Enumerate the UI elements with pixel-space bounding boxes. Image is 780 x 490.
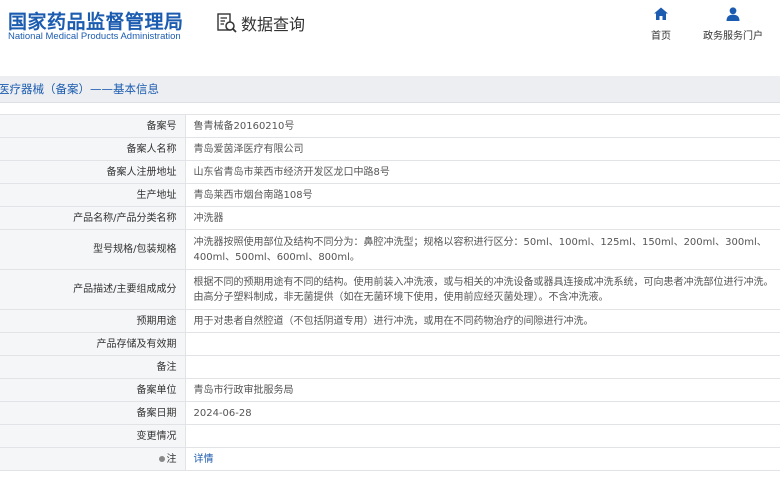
field-label: 备案单位 bbox=[0, 378, 186, 402]
data-query-label: 数据查询 bbox=[241, 15, 306, 34]
table-row: 预期用途 用于对患者自然腔道（不包括阴道专用）进行冲洗，或用在不同药物治疗的间隙… bbox=[0, 309, 780, 333]
field-label: 备案日期 bbox=[0, 401, 186, 425]
document-search-icon bbox=[217, 13, 237, 33]
field-label: 产品存储及有效期 bbox=[0, 332, 186, 356]
detail-link[interactable]: 详情 bbox=[194, 454, 214, 465]
field-value bbox=[185, 424, 780, 448]
field-label: 备案人名称 bbox=[0, 137, 186, 161]
note-label: 注 bbox=[166, 453, 177, 465]
field-value bbox=[185, 332, 780, 356]
table-row: 变更情况 bbox=[0, 424, 780, 448]
table-row: 备案号 鲁青械备20160210号 bbox=[0, 114, 780, 138]
field-label: 预期用途 bbox=[0, 309, 186, 333]
field-label: 备案号 bbox=[0, 114, 186, 138]
field-label: 备案人注册地址 bbox=[0, 160, 186, 184]
field-label: 变更情况 bbox=[0, 424, 186, 448]
breadcrumb-bar: 医疗器械（备案）——基本信息 bbox=[0, 76, 780, 103]
field-value: 鲁青械备20160210号 bbox=[185, 114, 780, 138]
table-row: 注 详情 bbox=[0, 447, 780, 471]
field-value: 冲洗器按照使用部位及结构不同分为：鼻腔冲洗型；规格以容积进行区分：50ml、10… bbox=[185, 229, 780, 270]
table-row: 备案人注册地址 山东省青岛市莱西市经济开发区龙口中路8号 bbox=[0, 160, 780, 184]
home-icon bbox=[654, 7, 668, 20]
nav-home[interactable]: 首页 bbox=[651, 6, 671, 42]
table-row: 产品存储及有效期 bbox=[0, 332, 780, 356]
field-value: 2024-06-28 bbox=[185, 401, 780, 425]
field-label: 备注 bbox=[0, 355, 186, 379]
field-value: 青岛莱西市烟台南路108号 bbox=[185, 183, 780, 207]
pin-icon bbox=[158, 455, 165, 462]
field-value: 山东省青岛市莱西市经济开发区龙口中路8号 bbox=[185, 160, 780, 184]
table-row: 备案日期 2024-06-28 bbox=[0, 401, 780, 425]
site-logo-subtitle: National Medical Products Administration bbox=[8, 31, 181, 42]
data-query-title: 数据查询 bbox=[216, 11, 305, 35]
nav-service-portal[interactable]: 政务服务门户 bbox=[703, 6, 763, 42]
field-label: 产品描述/主要组成成分 bbox=[0, 269, 186, 310]
field-value: 详情 bbox=[185, 447, 780, 471]
table-row: 备案人名称 青岛爱茵泽医疗有限公司 bbox=[0, 137, 780, 161]
field-value: 青岛爱茵泽医疗有限公司 bbox=[185, 137, 780, 161]
nav-portal-label: 政务服务门户 bbox=[703, 31, 763, 42]
table-row: 型号规格/包装规格 冲洗器按照使用部位及结构不同分为：鼻腔冲洗型；规格以容积进行… bbox=[0, 229, 780, 270]
site-logo-title[interactable]: 国家药品监督管理局 bbox=[8, 7, 184, 34]
field-label: 型号规格/包装规格 bbox=[0, 229, 186, 270]
field-value: 冲洗器 bbox=[185, 206, 780, 230]
field-label-note: 注 bbox=[0, 447, 186, 471]
top-header: 国家药品监督管理局 National Medical Products Admi… bbox=[0, 0, 780, 64]
field-value bbox=[185, 355, 780, 379]
field-value: 根据不同的预期用途有不同的结构。使用前装入冲洗液，或与相关的冲洗设备或器具连接成… bbox=[185, 269, 780, 310]
nav-home-label: 首页 bbox=[651, 31, 671, 42]
record-detail-table: 备案号 鲁青械备20160210号 备案人名称 青岛爱茵泽医疗有限公司 备案人注… bbox=[0, 114, 780, 471]
user-icon bbox=[726, 7, 740, 21]
field-label: 产品名称/产品分类名称 bbox=[0, 206, 186, 230]
table-row: 产品描述/主要组成成分 根据不同的预期用途有不同的结构。使用前装入冲洗液，或与相… bbox=[0, 269, 780, 310]
table-row: 备案单位 青岛市行政审批服务局 bbox=[0, 378, 780, 402]
field-label: 生产地址 bbox=[0, 183, 186, 207]
table-row: 生产地址 青岛莱西市烟台南路108号 bbox=[0, 183, 780, 207]
breadcrumb: 医疗器械（备案）——基本信息 bbox=[0, 82, 159, 96]
field-value: 用于对患者自然腔道（不包括阴道专用）进行冲洗，或用在不同药物治疗的间隙进行冲洗。 bbox=[185, 309, 780, 333]
table-row: 产品名称/产品分类名称 冲洗器 bbox=[0, 206, 780, 230]
field-value: 青岛市行政审批服务局 bbox=[185, 378, 780, 402]
table-row: 备注 bbox=[0, 355, 780, 379]
